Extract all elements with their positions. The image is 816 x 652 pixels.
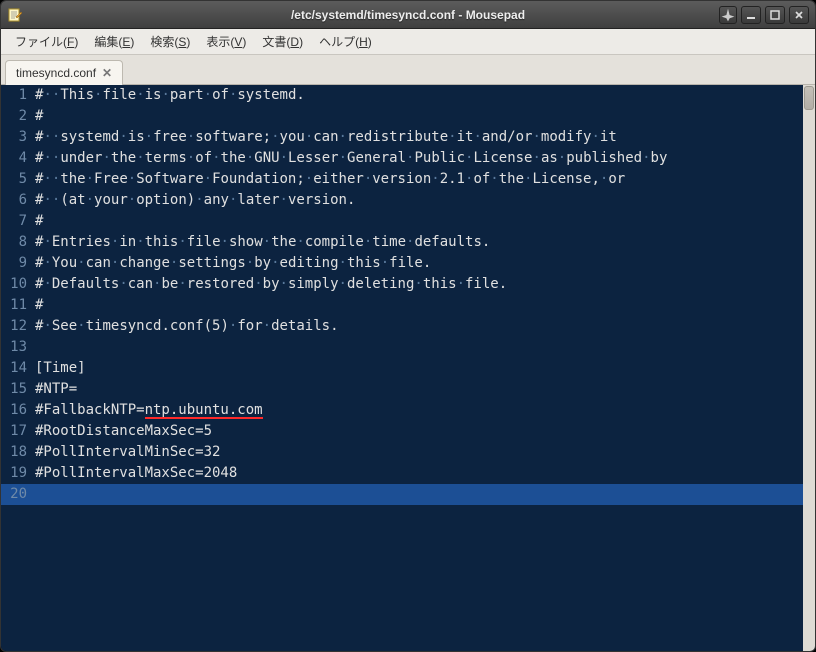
line-content[interactable]: #PollIntervalMinSec=32 — [33, 442, 815, 463]
editor-line[interactable]: 4#··under·the·terms·of·the·GNU·Lesser·Ge… — [1, 148, 815, 169]
editor-line[interactable]: 13 — [1, 337, 815, 358]
menu-item-3[interactable]: 表示(V) — [198, 31, 254, 52]
line-number: 17 — [1, 421, 33, 442]
app-icon — [7, 7, 23, 23]
scrollbar-thumb[interactable] — [804, 86, 814, 110]
editor-line[interactable]: 9#·You·can·change·settings·by·editing·th… — [1, 253, 815, 274]
close-button[interactable] — [789, 6, 809, 24]
minimize-button[interactable] — [741, 6, 761, 24]
line-number: 7 — [1, 211, 33, 232]
editor-line[interactable]: 3#··systemd·is·free·software;·you·can·re… — [1, 127, 815, 148]
line-content[interactable]: #··systemd·is·free·software;·you·can·red… — [33, 127, 815, 148]
line-number: 12 — [1, 316, 33, 337]
menubar: ファイル(F)編集(E)検索(S)表示(V)文書(D)ヘルプ(H) — [1, 29, 815, 55]
line-number: 19 — [1, 463, 33, 484]
line-number: 1 — [1, 85, 33, 106]
line-content[interactable] — [33, 337, 815, 358]
line-content[interactable]: #··(at·your·option)·any·later·version. — [33, 190, 815, 211]
tabbar: timesyncd.conf ✕ — [1, 55, 815, 85]
editor-line[interactable]: 16#FallbackNTP=ntp.ubuntu.com — [1, 400, 815, 421]
vertical-scrollbar[interactable] — [803, 85, 815, 651]
editor-line[interactable]: 6#··(at·your·option)·any·later·version. — [1, 190, 815, 211]
menu-item-0[interactable]: ファイル(F) — [7, 31, 86, 52]
tab-0[interactable]: timesyncd.conf ✕ — [5, 60, 123, 85]
editor-line[interactable]: 12#·See·timesyncd.conf(5)·for·details. — [1, 316, 815, 337]
editor-line[interactable]: 2# — [1, 106, 815, 127]
window-controls — [719, 6, 809, 24]
line-number: 4 — [1, 148, 33, 169]
line-content[interactable]: #·Defaults·can·be·restored·by·simply·del… — [33, 274, 815, 295]
line-content[interactable]: #RootDistanceMaxSec=5 — [33, 421, 815, 442]
editor-line[interactable]: 8#·Entries·in·this·file·show·the·compile… — [1, 232, 815, 253]
menu-item-2[interactable]: 検索(S) — [142, 31, 198, 52]
line-content[interactable]: #PollIntervalMaxSec=2048 — [33, 463, 815, 484]
line-number: 16 — [1, 400, 33, 421]
line-number: 14 — [1, 358, 33, 379]
line-number: 8 — [1, 232, 33, 253]
editor-line[interactable]: 10#·Defaults·can·be·restored·by·simply·d… — [1, 274, 815, 295]
app-window: /etc/systemd/timesyncd.conf - Mousepad フ… — [0, 0, 816, 652]
editor-line[interactable]: 1#··This·file·is·part·of·systemd. — [1, 85, 815, 106]
line-number: 3 — [1, 127, 33, 148]
line-content[interactable]: #··under·the·terms·of·the·GNU·Lesser·Gen… — [33, 148, 815, 169]
editor-line[interactable]: 15#NTP= — [1, 379, 815, 400]
editor-line[interactable]: 18#PollIntervalMinSec=32 — [1, 442, 815, 463]
editor-line[interactable]: 7# — [1, 211, 815, 232]
line-content[interactable]: # — [33, 106, 815, 127]
line-number: 9 — [1, 253, 33, 274]
editor-line[interactable]: 5#··the·Free·Software·Foundation;·either… — [1, 169, 815, 190]
line-content[interactable]: [Time] — [33, 358, 815, 379]
line-number: 2 — [1, 106, 33, 127]
tab-modified-close-icon[interactable]: ✕ — [102, 66, 112, 80]
editor-area[interactable]: 1#··This·file·is·part·of·systemd.2#3#··s… — [1, 85, 815, 651]
menu-item-1[interactable]: 編集(E) — [86, 31, 142, 52]
line-content[interactable]: #NTP= — [33, 379, 815, 400]
line-number: 15 — [1, 379, 33, 400]
menu-item-5[interactable]: ヘルプ(H) — [311, 31, 380, 52]
menu-item-4[interactable]: 文書(D) — [254, 31, 311, 52]
line-content[interactable]: #·You·can·change·settings·by·editing·thi… — [33, 253, 815, 274]
line-content[interactable]: #FallbackNTP=ntp.ubuntu.com — [33, 400, 815, 421]
line-content[interactable] — [33, 484, 815, 505]
line-content[interactable]: #·See·timesyncd.conf(5)·for·details. — [33, 316, 815, 337]
line-number: 5 — [1, 169, 33, 190]
line-number: 20 — [1, 484, 33, 505]
titlebar[interactable]: /etc/systemd/timesyncd.conf - Mousepad — [1, 1, 815, 29]
line-number: 10 — [1, 274, 33, 295]
stick-button[interactable] — [719, 6, 737, 24]
window-title: /etc/systemd/timesyncd.conf - Mousepad — [1, 8, 815, 22]
line-content[interactable]: # — [33, 295, 815, 316]
line-content[interactable]: #··the·Free·Software·Foundation;·either·… — [33, 169, 815, 190]
editor-line[interactable]: 20 — [1, 484, 815, 505]
line-number: 11 — [1, 295, 33, 316]
editor-line[interactable]: 11# — [1, 295, 815, 316]
editor-line[interactable]: 14[Time] — [1, 358, 815, 379]
line-content[interactable]: #·Entries·in·this·file·show·the·compile·… — [33, 232, 815, 253]
editor-line[interactable]: 17#RootDistanceMaxSec=5 — [1, 421, 815, 442]
line-content[interactable]: #··This·file·is·part·of·systemd. — [33, 85, 815, 106]
line-number: 18 — [1, 442, 33, 463]
line-number: 13 — [1, 337, 33, 358]
maximize-button[interactable] — [765, 6, 785, 24]
editor-line[interactable]: 19#PollIntervalMaxSec=2048 — [1, 463, 815, 484]
line-number: 6 — [1, 190, 33, 211]
tab-label: timesyncd.conf — [16, 66, 96, 80]
line-content[interactable]: # — [33, 211, 815, 232]
